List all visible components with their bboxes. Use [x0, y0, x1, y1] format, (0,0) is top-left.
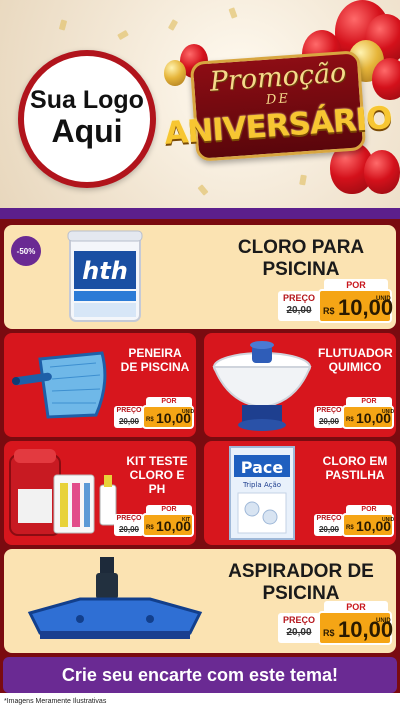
product-card[interactable]: Pace Tripla Ação CLORO EM PASTILHA POR P… — [204, 441, 396, 545]
logo-placeholder[interactable]: Sua Logo Aqui — [18, 50, 156, 188]
confetti — [58, 19, 68, 31]
old-price: 20,00 — [286, 305, 312, 316]
price-tag: POR PREÇO 20,00 R$ 10,00 UNID — [314, 505, 394, 537]
price-tag: POR PREÇO 20,00 R$ 10,00 KIT — [114, 505, 194, 537]
currency: R$ — [346, 525, 354, 531]
chlorine-tablet-bag-image: Pace Tripla Ação — [229, 446, 295, 540]
new-price-box: R$ 10,00 UNID — [342, 405, 394, 429]
product-name: KIT TESTE CLORO E PH — [126, 454, 188, 496]
product-card[interactable]: -50% hth CLORO PARA PSICINA POR PREÇO 20… — [4, 225, 396, 329]
currency: R$ — [146, 417, 154, 423]
promo-title: Promoção DE ANIVERSÁRIO — [163, 46, 393, 164]
pool-skimmer-net-image — [12, 351, 107, 419]
confetti — [167, 19, 179, 31]
confetti — [299, 174, 307, 186]
unit-label: UNID — [376, 618, 391, 624]
product-name: CLORO EM PASTILHA — [322, 454, 388, 482]
new-price-box: R$ 10,00 UNID — [142, 405, 194, 429]
product-name: CLORO PARA PSICINA — [237, 237, 365, 280]
pace-brand-text: Pace — [241, 458, 284, 477]
unit-label: UNID — [382, 409, 395, 415]
divider-bar — [0, 208, 400, 219]
price-tag: POR PREÇO 20,00 R$ 10,00 UNID — [278, 279, 393, 323]
new-price-box: R$ 10,00 UNID — [318, 611, 393, 645]
product-card[interactable]: ASPIRADOR DE PSICINA POR PREÇO 20,00 R$ … — [4, 549, 396, 653]
preco-label: PREÇO — [316, 407, 342, 414]
product-card[interactable]: PENEIRA DE PISCINA POR PREÇO 20,00 R$ 10… — [4, 333, 196, 437]
product-grid: -50% hth CLORO PARA PSICINA POR PREÇO 20… — [0, 219, 400, 693]
logo-text-line2: Aqui — [51, 113, 123, 150]
product-card[interactable]: FLUTUADOR QUIMICO POR PREÇO 20,00 R$ 10,… — [204, 333, 396, 437]
new-price-box: R$ 10,00 UNID — [318, 289, 393, 323]
old-price: 20,00 — [318, 417, 340, 426]
confetti — [197, 184, 209, 196]
currency: R$ — [323, 628, 335, 638]
product-card[interactable]: KIT TESTE CLORO E PH POR PREÇO 20,00 R$ … — [4, 441, 196, 545]
preco-label: PREÇO — [282, 615, 315, 625]
currency: R$ — [323, 306, 335, 316]
new-price-box: R$ 10,00 UNID — [342, 513, 394, 537]
price-tag: POR PREÇO 20,00 R$ 10,00 UNID — [314, 397, 394, 429]
preco-label: PREÇO — [316, 515, 342, 522]
preco-label: PREÇO — [116, 515, 142, 522]
old-price: 20,00 — [318, 525, 340, 534]
unit-label: UNID — [182, 409, 195, 415]
old-price: 20,00 — [286, 627, 312, 638]
product-name: PENEIRA DE PISCINA — [120, 346, 190, 374]
discount-badge: -50% — [11, 236, 41, 266]
unit-label: KIT — [182, 517, 191, 523]
currency: R$ — [146, 525, 154, 531]
pool-vacuum-head-image — [27, 557, 203, 639]
product-name: FLUTUADOR QUIMICO — [318, 346, 393, 374]
preco-label: PREÇO — [116, 407, 142, 414]
confetti — [228, 7, 238, 19]
new-price-box: R$ 10,00 KIT — [142, 513, 194, 537]
cta-button[interactable]: Crie seu encarte com este tema! — [3, 657, 397, 693]
header-banner: Sua Logo Aqui Promoção DE ANIVERSÁRIO — [0, 0, 400, 208]
preco-label: PREÇO — [282, 293, 315, 303]
product-name: ASPIRADOR DE PSICINA — [228, 561, 374, 604]
chemical-floater-image — [212, 341, 312, 431]
footer-disclaimer: *Imagens Meramente Ilustrativas — [0, 693, 400, 711]
old-price: 20,00 — [118, 417, 140, 426]
unit-label: UNID — [376, 296, 391, 302]
currency: R$ — [346, 417, 354, 423]
bucket-brand-text: hth — [82, 257, 128, 285]
confetti — [117, 29, 129, 41]
chlorine-bucket-image: hth — [67, 230, 143, 322]
unit-label: UNID — [382, 517, 395, 523]
price-tag: POR PREÇO 20,00 R$ 10,00 UNID — [114, 397, 194, 429]
logo-text-line1: Sua Logo — [30, 86, 144, 115]
test-kit-image — [9, 449, 117, 536]
price-tag: POR PREÇO 20,00 R$ 10,00 UNID — [278, 601, 393, 645]
pace-sub-text: Tripla Ação — [242, 481, 281, 489]
old-price: 20,00 — [118, 525, 140, 534]
